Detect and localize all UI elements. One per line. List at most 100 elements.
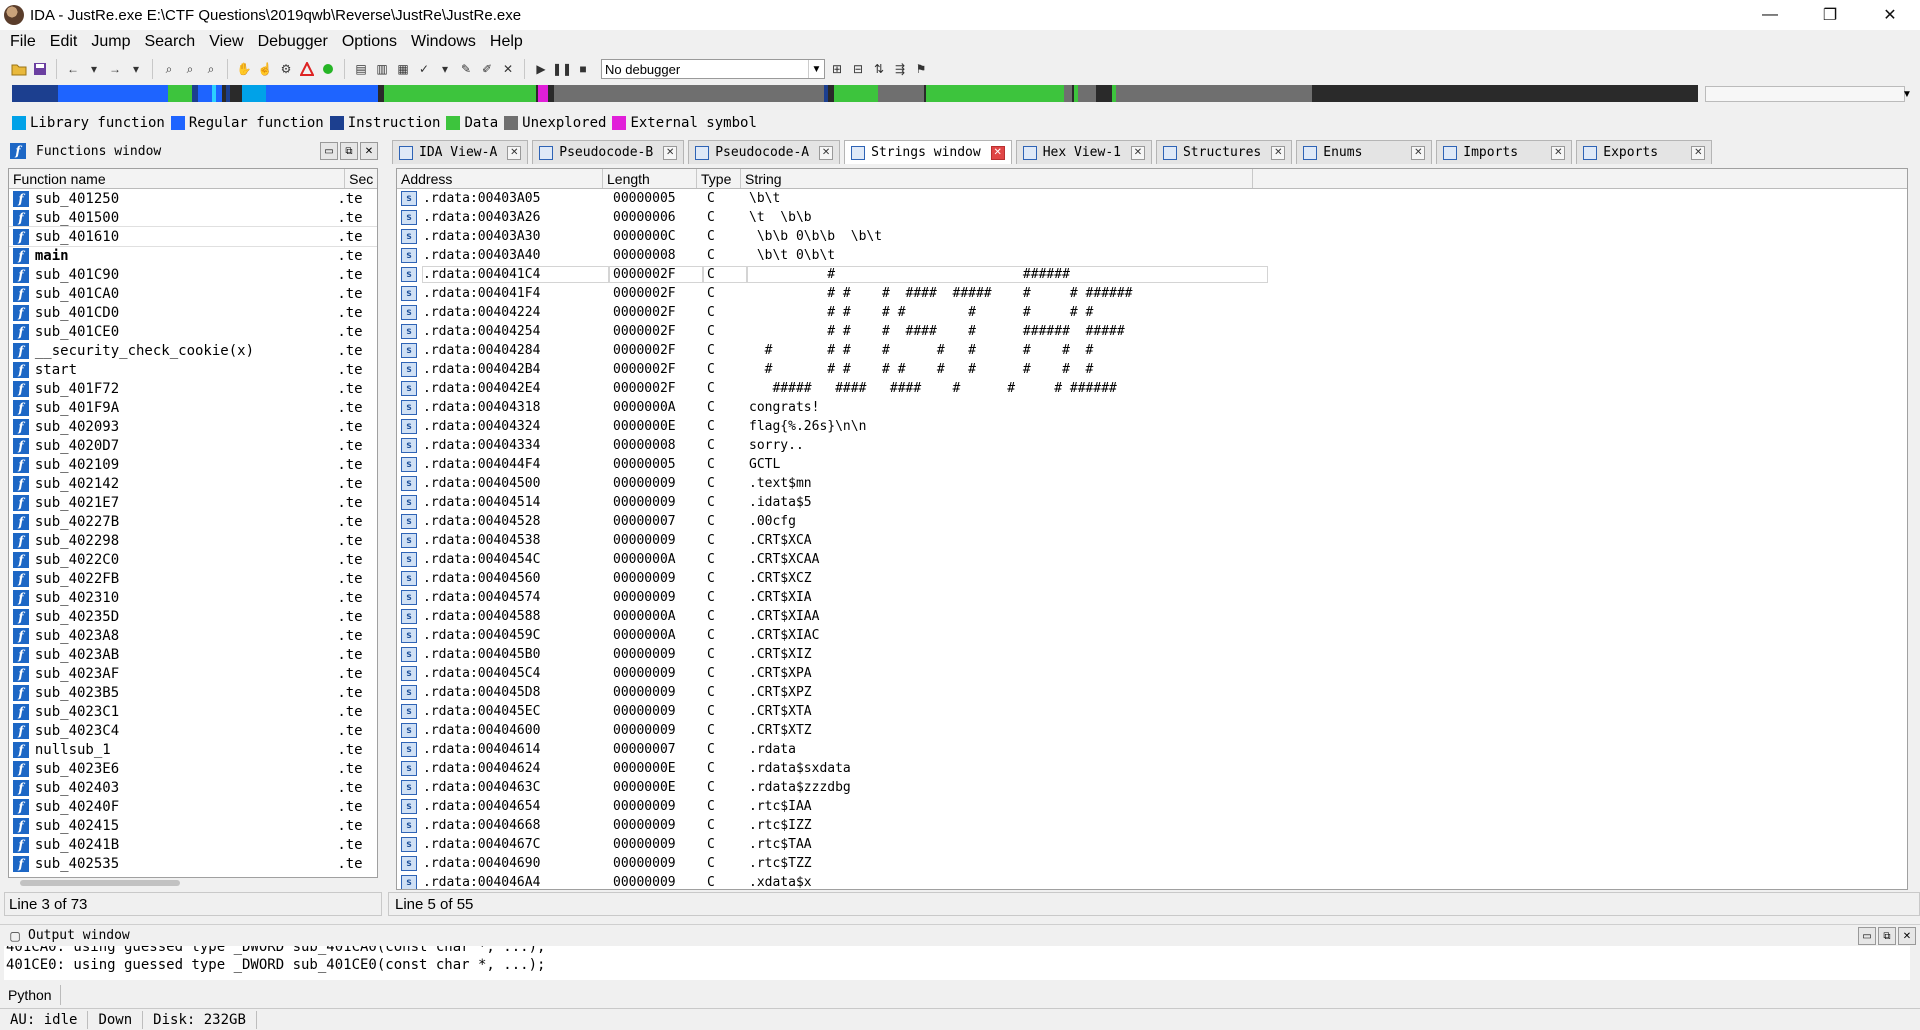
string-row[interactable]: s .rdata:004042E4 0000002F C ##### #### ###… <box>397 379 1907 398</box>
edit-icon[interactable]: ✐ <box>478 60 496 78</box>
function-row[interactable]: f sub_4023A8 .te <box>9 626 377 645</box>
pane-close-button[interactable]: ✕ <box>360 142 378 160</box>
string-row[interactable]: s .rdata:0040454C 0000000A C .CRT$XCAA <box>397 550 1907 569</box>
function-row[interactable]: f sub_40227B .te <box>9 512 377 531</box>
back-history-dropdown-icon[interactable]: ▾ <box>85 60 103 78</box>
stop-icon[interactable]: ■ <box>574 60 592 78</box>
string-row[interactable]: s .rdata:004041F4 0000002F C # # # #### ###… <box>397 284 1907 303</box>
undefine-dropdown-icon[interactable]: ▾ <box>436 60 454 78</box>
string-row[interactable]: s .rdata:004045C4 00000009 C .CRT$XPA <box>397 664 1907 683</box>
string-row[interactable]: s .rdata:00404690 00000009 C .rtc$TZZ <box>397 854 1907 873</box>
pane-close-button[interactable]: ✕ <box>1898 927 1916 945</box>
attach-process-icon[interactable]: ⊟ <box>849 60 867 78</box>
string-row[interactable]: s .rdata:00404588 0000000A C .CRT$XIAA <box>397 607 1907 626</box>
string-row[interactable]: s .rdata:00404254 0000002F C # # # #### # #… <box>397 322 1907 341</box>
string-row[interactable]: s .rdata:00404624 0000000E C .rdata$sxdata <box>397 759 1907 778</box>
function-row[interactable]: f sub_4023E6 .te <box>9 759 377 778</box>
column-header-address[interactable]: Address <box>397 169 603 188</box>
graph-overview-icon[interactable] <box>298 60 316 78</box>
data-icon[interactable]: ▥ <box>373 60 391 78</box>
tab-imports[interactable]: Imports ✕ <box>1436 140 1573 164</box>
string-row[interactable]: s .rdata:00404334 00000008 Csorry.. <box>397 436 1907 455</box>
string-row[interactable]: s .rdata:00404538 00000009 C .CRT$XCA <box>397 531 1907 550</box>
tab-hex-view-1[interactable]: Hex View-1 ✕ <box>1015 140 1152 164</box>
array-icon[interactable]: ✓ <box>415 60 433 78</box>
code-icon[interactable]: ▤ <box>352 60 370 78</box>
breakpoint-icon[interactable]: ⚑ <box>912 60 930 78</box>
patch-icon[interactable]: ✎ <box>457 60 475 78</box>
trace-icon[interactable]: ⇶ <box>891 60 909 78</box>
function-row[interactable]: f sub_402403 .te <box>9 778 377 797</box>
analyze-icon[interactable]: ⚙ <box>277 60 295 78</box>
string-row[interactable]: s .rdata:0040463C 0000000E C .rdata$zzzdbg <box>397 778 1907 797</box>
pointer-tool-icon[interactable]: ☝ <box>256 60 274 78</box>
cancel-icon[interactable]: ✕ <box>499 60 517 78</box>
immediate-search-icon[interactable]: ⌕ <box>202 60 220 78</box>
tab-structures[interactable]: Structures ✕ <box>1155 140 1293 164</box>
function-row[interactable]: f sub_401F72 .te <box>9 379 377 398</box>
menu-file[interactable]: File <box>3 33 43 51</box>
tab-enums[interactable]: Enums ✕ <box>1296 140 1433 164</box>
pane-float-button[interactable]: ⧉ <box>340 142 358 160</box>
string-row[interactable]: s .rdata:00404528 00000007 C .00cfg <box>397 512 1907 531</box>
string-row[interactable]: s .rdata:00404284 0000002F C # # # # # # # … <box>397 341 1907 360</box>
python-command-input[interactable] <box>60 985 1920 1005</box>
menu-windows[interactable]: Windows <box>404 33 483 51</box>
string-row[interactable]: s .rdata:004042B4 0000002F C # # # # # # # … <box>397 360 1907 379</box>
function-row[interactable]: f nullsub_1 .te <box>9 740 377 759</box>
function-row[interactable]: f sub_402298 .te <box>9 531 377 550</box>
functions-vertical-scrollbar[interactable] <box>370 168 380 878</box>
chevron-down-icon[interactable]: ▼ <box>1900 86 1914 102</box>
python-language-button[interactable]: Python <box>0 985 61 1005</box>
pane-minimize-button[interactable]: ▭ <box>320 142 338 160</box>
string-row[interactable]: s .rdata:004045B0 00000009 C .CRT$XIZ <box>397 645 1907 664</box>
play-icon[interactable]: ▶ <box>532 60 550 78</box>
close-tab-icon[interactable]: ✕ <box>1411 145 1426 160</box>
forward-arrow-icon[interactable]: → <box>106 60 124 78</box>
tab-pseudocode-b[interactable]: Pseudocode-B ✕ <box>532 140 685 164</box>
function-row[interactable]: f sub_401500 .te <box>9 208 377 227</box>
close-tab-icon[interactable]: ✕ <box>819 145 834 160</box>
close-tab-icon[interactable]: ✕ <box>1130 145 1145 160</box>
string-row[interactable]: s .rdata:00403A40 00000008 C \b\t 0\b\t <box>397 246 1907 265</box>
save-icon[interactable] <box>31 60 49 78</box>
tab-exports[interactable]: Exports ✕ <box>1576 140 1713 164</box>
function-row[interactable]: f sub_401CE0 .te <box>9 322 377 341</box>
step-icon[interactable]: ⇅ <box>870 60 888 78</box>
function-row[interactable]: f sub_4023B5 .te <box>9 683 377 702</box>
menu-jump[interactable]: Jump <box>84 33 137 51</box>
function-row[interactable]: f sub_40241B .te <box>9 835 377 854</box>
close-tab-icon[interactable]: ✕ <box>1551 145 1566 160</box>
tab-ida-view-a[interactable]: IDA View-A ✕ <box>392 140 529 164</box>
string-row[interactable]: s .rdata:00404514 00000009 C .idata$5 <box>397 493 1907 512</box>
function-row[interactable]: f sub_4023AF .te <box>9 664 377 683</box>
string-row[interactable]: s .rdata:00404600 00000009 C .CRT$XTZ <box>397 721 1907 740</box>
function-row[interactable]: f sub_4023C4 .te <box>9 721 377 740</box>
strings-vertical-scrollbar[interactable] <box>1904 168 1916 890</box>
output-window-log[interactable]: 401CA0: using guessed type _DWORD sub_40… <box>4 946 1910 980</box>
string-row[interactable]: s .rdata:004046A4 00000009 C .xdata$x <box>397 873 1907 889</box>
debugger-select[interactable]: No debugger ▼ <box>601 59 825 79</box>
string-row[interactable]: s .rdata:00403A05 00000005 C \b\t <box>397 189 1907 208</box>
close-tab-icon[interactable]: ✕ <box>990 145 1005 160</box>
open-file-icon[interactable] <box>10 60 28 78</box>
tab-strings-window[interactable]: Strings window ✕ <box>844 140 1012 164</box>
hand-tool-icon[interactable]: ✋ <box>235 60 253 78</box>
function-row[interactable]: f sub_401250 .te <box>9 189 377 208</box>
menu-search[interactable]: Search <box>137 33 202 51</box>
minimize-button[interactable]: — <box>1740 0 1800 30</box>
text-search-icon[interactable]: ⌕ <box>181 60 199 78</box>
close-tab-icon[interactable]: ✕ <box>507 145 522 160</box>
close-tab-icon[interactable]: ✕ <box>1271 145 1286 160</box>
close-window-button[interactable]: ✕ <box>1860 0 1920 30</box>
function-row[interactable]: f sub_4020D7 .te <box>9 436 377 455</box>
function-row[interactable]: f sub_402109 .te <box>9 455 377 474</box>
string-row[interactable]: s .rdata:004044F4 00000005 C GCTL <box>397 455 1907 474</box>
chevron-down-icon[interactable]: ▼ <box>808 60 824 78</box>
function-row[interactable]: f sub_4022C0 .te <box>9 550 377 569</box>
string-row[interactable]: s .rdata:0040467C 00000009 C .rtc$TAA <box>397 835 1907 854</box>
column-header-type[interactable]: Type <box>697 169 741 188</box>
debugger-options-icon[interactable]: ⊞ <box>828 60 846 78</box>
string-row[interactable]: s .rdata:00404500 00000009 C .text$mn <box>397 474 1907 493</box>
green-status-icon[interactable] <box>319 60 337 78</box>
